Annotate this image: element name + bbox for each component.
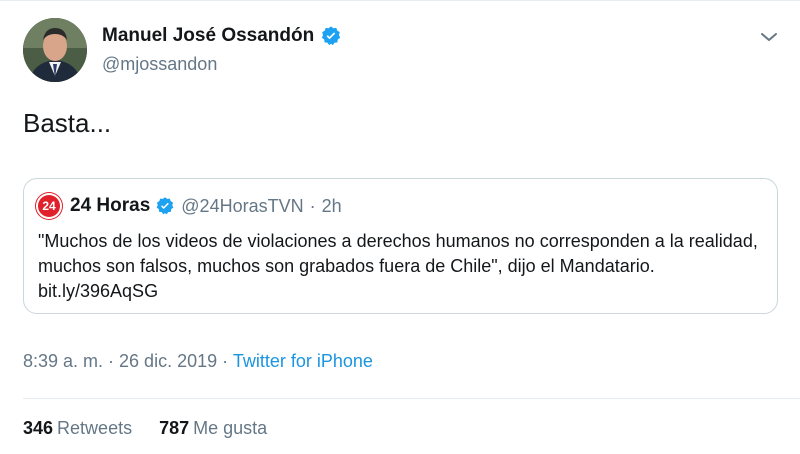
tweet-timestamp[interactable]: 8:39 a. m. · 26 dic. 2019 (23, 351, 217, 371)
author-name-row: Manuel José Ossandón (102, 25, 342, 47)
author-display-name[interactable]: Manuel José Ossandón (102, 25, 314, 47)
top-border (0, 0, 800, 1)
tweet-text: Basta... (23, 108, 112, 138)
separator-dot: · (309, 195, 316, 216)
quoted-tweet-text: "Muchos de los videos de violaciones a d… (38, 231, 758, 301)
chevron-down-icon[interactable] (758, 26, 780, 48)
quoted-tweet-card[interactable]: 24 24 Horas @24HorasTVN · 2h "Muchos de … (23, 178, 778, 314)
avatar[interactable] (23, 18, 87, 82)
quoted-tweet-header: 24 24 Horas @24HorasTVN · 2h (36, 193, 342, 219)
likes-label: Me gusta (193, 418, 268, 438)
avatar-photo-icon (23, 18, 87, 82)
retweets-stat[interactable]: 346 Retweets (23, 418, 132, 439)
retweets-count: 346 (23, 418, 54, 438)
likes-count: 787 (159, 418, 190, 438)
tweet-meta: 8:39 a. m. · 26 dic. 2019 · Twitter for … (23, 351, 373, 372)
divider (23, 398, 800, 399)
author-handle[interactable]: @mjossandon (102, 54, 217, 75)
quoted-time: 2h (321, 195, 342, 216)
likes-stat[interactable]: 787 Me gusta (159, 418, 267, 439)
quoted-handle: @24HorasTVN (181, 195, 304, 216)
quoted-display-name: 24 Horas (70, 195, 151, 216)
separator-dot: · (222, 351, 229, 371)
verified-badge-icon (320, 25, 342, 47)
24horas-logo-icon: 24 (36, 193, 62, 219)
tweet-source-link[interactable]: Twitter for iPhone (233, 351, 373, 371)
retweets-label: Retweets (57, 418, 133, 438)
tweet-stats: 346 Retweets 787 Me gusta (23, 418, 289, 439)
verified-badge-icon (155, 196, 175, 216)
